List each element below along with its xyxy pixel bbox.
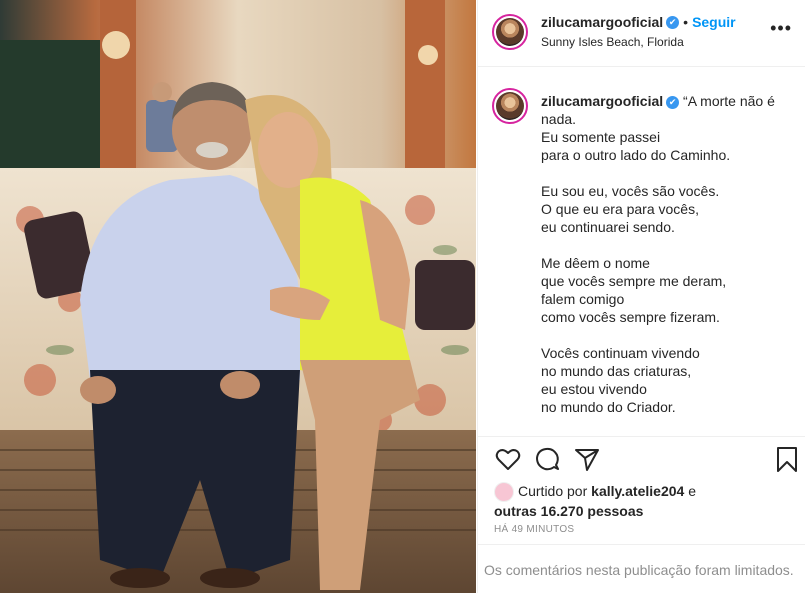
- caption-verified-icon: ✔: [666, 95, 680, 109]
- separator-dot: •: [683, 14, 689, 30]
- post-location[interactable]: Sunny Isles Beach, Florida: [541, 35, 684, 49]
- author-username[interactable]: zilucamargooficial: [541, 14, 663, 30]
- action-bar: [494, 445, 797, 475]
- post-sidebar: zilucamargooficial ✔ • Seguir Sunny Isles B…: [477, 0, 805, 593]
- post-actions: Curtido por kally.atelie204 e outras 16.…: [478, 436, 805, 594]
- likes-middle: e: [684, 483, 696, 499]
- instagram-post: zilucamargooficial ✔ • Seguir Sunny Isles B…: [0, 0, 805, 593]
- caption-text: zilucamargooficial ✔ “A morte não é nada.…: [541, 92, 803, 416]
- post-photo[interactable]: [0, 0, 476, 593]
- header-line: zilucamargooficial ✔ • Seguir: [541, 14, 736, 32]
- liker-avatar[interactable]: [494, 482, 514, 503]
- verified-badge-icon: ✔: [666, 16, 680, 30]
- post-image: [0, 0, 476, 593]
- caption-username[interactable]: zilucamargooficial: [541, 93, 663, 109]
- comments-limited-notice: Os comentários nesta publicação foram li…: [478, 544, 805, 594]
- caption-avatar[interactable]: [492, 88, 528, 124]
- likes-summary: Curtido por kally.atelie204 e outras 16.…: [494, 482, 794, 520]
- heart-icon[interactable]: [494, 445, 522, 473]
- share-icon[interactable]: [573, 445, 601, 473]
- likes-prefix: Curtido por: [518, 483, 592, 499]
- follow-button[interactable]: Seguir: [692, 14, 736, 30]
- comment-icon[interactable]: [533, 445, 561, 473]
- caption-area: zilucamargooficial ✔ “A morte não é nada.…: [478, 68, 805, 436]
- liker-username[interactable]: kally.atelie204: [591, 483, 684, 499]
- bookmark-icon[interactable]: [773, 445, 801, 473]
- post-header: zilucamargooficial ✔ • Seguir Sunny Isles B…: [478, 0, 805, 67]
- author-avatar[interactable]: [492, 14, 528, 50]
- likes-others-link[interactable]: outras 16.270 pessoas: [494, 503, 643, 519]
- more-options-icon[interactable]: •••: [770, 18, 792, 39]
- post-timestamp[interactable]: HÁ 49 MINUTOS: [494, 524, 574, 535]
- caption-body: “A morte não é nada. Eu somente passei p…: [541, 93, 775, 415]
